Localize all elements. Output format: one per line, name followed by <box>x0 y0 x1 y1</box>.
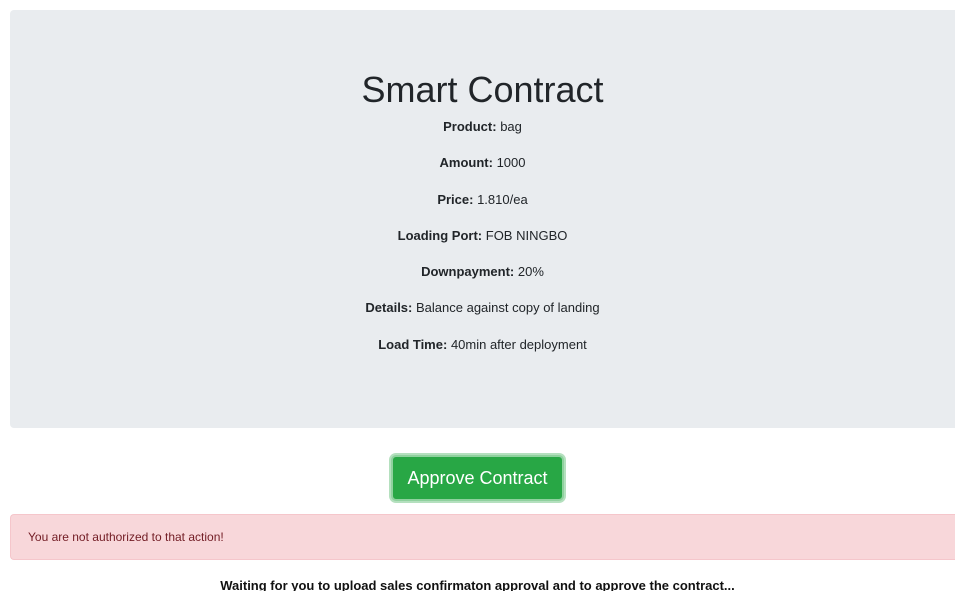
field-price-value: 1.810/ea <box>477 191 528 207</box>
field-load-time-label: Load Time: <box>378 336 448 352</box>
field-load-time-value: 40min after deployment <box>450 336 587 352</box>
field-product-value: bag <box>500 119 522 134</box>
page: Smart Contract Product: bag Amount: 1000… <box>0 0 955 591</box>
field-downpayment-value: 20% <box>517 264 544 280</box>
field-downpayment: Downpayment: 20% <box>10 263 955 299</box>
page-title: Smart Contract <box>361 69 604 110</box>
field-loading-port: Loading Port: FOB NINGBO <box>10 227 955 263</box>
status-message: Waiting for you to upload sales confirma… <box>220 578 735 591</box>
field-amount: Amount: 1000 <box>10 154 955 190</box>
field-details: Details: Balance against copy of landing <box>10 299 955 335</box>
error-alert: You are not authorized to that action! <box>10 514 955 560</box>
contract-panel: Smart Contract Product: bag Amount: 1000… <box>10 10 955 428</box>
field-product-label: Product: <box>443 119 497 134</box>
contract-fields: Product: bag Amount: 1000 Price: 1.810/e… <box>10 118 955 372</box>
field-amount-value: 1000 <box>496 155 526 171</box>
field-product: Product: bag <box>10 118 955 154</box>
approve-contract-button[interactable]: Approve Contract <box>391 455 564 501</box>
field-loading-port-label: Loading Port: <box>397 227 483 243</box>
field-details-label: Details: <box>365 300 413 316</box>
field-price: Price: 1.810/ea <box>10 191 955 227</box>
field-details-value: Balance against copy of landing <box>416 300 600 316</box>
field-loading-port-value: FOB NINGBO <box>485 227 568 243</box>
field-downpayment-label: Downpayment: <box>421 264 515 280</box>
field-load-time: Load Time: 40min after deployment <box>10 336 955 372</box>
action-bar: Approve Contract <box>0 455 955 501</box>
field-amount-label: Amount: <box>439 155 493 171</box>
field-price-label: Price: <box>437 191 474 207</box>
